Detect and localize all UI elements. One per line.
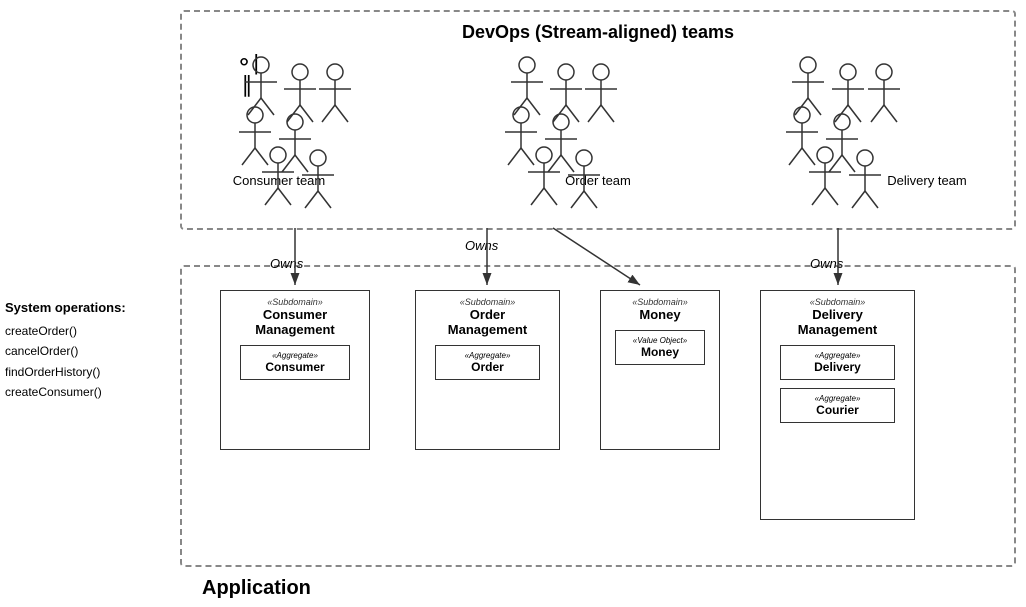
consumer-agg-name: Consumer [251, 360, 339, 374]
consumer-figures: ⚬|∥ [232, 52, 326, 161]
op-3: findOrderHistory() [5, 362, 165, 382]
system-ops: System operations: createOrder() cancelO… [5, 300, 165, 403]
figure [232, 126, 262, 161]
courier-aggregate: «Aggregate» Courier [780, 388, 895, 423]
figure [615, 52, 645, 87]
order-team-group: Order team [551, 52, 645, 188]
figure [264, 52, 294, 87]
figure [944, 89, 974, 124]
diagram-container: DevOps (Stream-aligned) teams ⚬|∥ Consum… [0, 0, 1026, 607]
order-management-subdomain: «Subdomain» OrderManagement «Aggregate» … [415, 290, 560, 450]
figure [583, 89, 613, 124]
figure: ⚬|∥ [232, 52, 262, 87]
delivery-management-stereotype: «Subdomain» [767, 297, 908, 307]
figure [912, 52, 942, 87]
delivery-aggregate: «Aggregate» Delivery [780, 345, 895, 380]
figure [551, 52, 581, 87]
figure [880, 52, 910, 87]
figure [880, 126, 910, 161]
figure [944, 52, 974, 87]
money-stereotype: «Subdomain» [607, 297, 713, 307]
courier-agg-name: Courier [791, 403, 884, 417]
devops-section: DevOps (Stream-aligned) teams ⚬|∥ Consum… [180, 10, 1016, 230]
figure [912, 89, 942, 124]
owns-label-order: Owns [465, 238, 498, 253]
op-2: cancelOrder() [5, 341, 165, 361]
owns-label-delivery: Owns [810, 256, 843, 271]
owns-label-consumer: Owns [270, 256, 303, 271]
delivery-management-subdomain: «Subdomain» DeliveryManagement «Aggregat… [760, 290, 915, 520]
delivery-agg-name: Delivery [791, 360, 884, 374]
delivery-figures [880, 52, 974, 161]
delivery-agg-stereotype: «Aggregate» [791, 351, 884, 360]
figure [551, 89, 581, 124]
consumer-agg-stereotype: «Aggregate» [251, 351, 339, 360]
consumer-management-name: ConsumerManagement [227, 307, 363, 337]
figure [583, 52, 613, 87]
money-vo-name: Money [626, 345, 694, 359]
system-ops-title: System operations: [5, 300, 165, 315]
money-value-obj: «Value Object» Money [615, 330, 705, 365]
order-management-name: OrderManagement [422, 307, 553, 337]
figure [264, 89, 294, 124]
money-vo-stereotype: «Value Object» [626, 336, 694, 345]
system-ops-list: createOrder() cancelOrder() findOrderHis… [5, 321, 165, 403]
figure [232, 89, 262, 124]
money-subdomain: «Subdomain» Money «Value Object» Money [600, 290, 720, 450]
figure [296, 52, 326, 87]
delivery-team-group: Delivery team [880, 52, 974, 188]
order-management-stereotype: «Subdomain» [422, 297, 553, 307]
op-4: createConsumer() [5, 382, 165, 402]
consumer-team-group: ⚬|∥ Consumer team [232, 52, 326, 188]
order-agg-name: Order [446, 360, 529, 374]
order-agg-stereotype: «Aggregate» [446, 351, 529, 360]
delivery-management-name: DeliveryManagement [767, 307, 908, 337]
money-name: Money [607, 307, 713, 322]
consumer-management-stereotype: «Subdomain» [227, 297, 363, 307]
order-figures [551, 52, 645, 161]
order-aggregate: «Aggregate» Order [435, 345, 540, 380]
figure [615, 89, 645, 124]
op-1: createOrder() [5, 321, 165, 341]
courier-agg-stereotype: «Aggregate» [791, 394, 884, 403]
consumer-management-subdomain: «Subdomain» ConsumerManagement «Aggregat… [220, 290, 370, 450]
consumer-aggregate: «Aggregate» Consumer [240, 345, 350, 380]
figure [551, 126, 581, 161]
delivery-team-label: Delivery team [887, 173, 966, 188]
order-team-label: Order team [565, 173, 631, 188]
app-title: Application [202, 577, 311, 600]
figure [880, 89, 910, 124]
devops-title: DevOps (Stream-aligned) teams [182, 22, 1014, 43]
consumer-team-label: Consumer team [233, 173, 325, 188]
figure [296, 89, 326, 124]
